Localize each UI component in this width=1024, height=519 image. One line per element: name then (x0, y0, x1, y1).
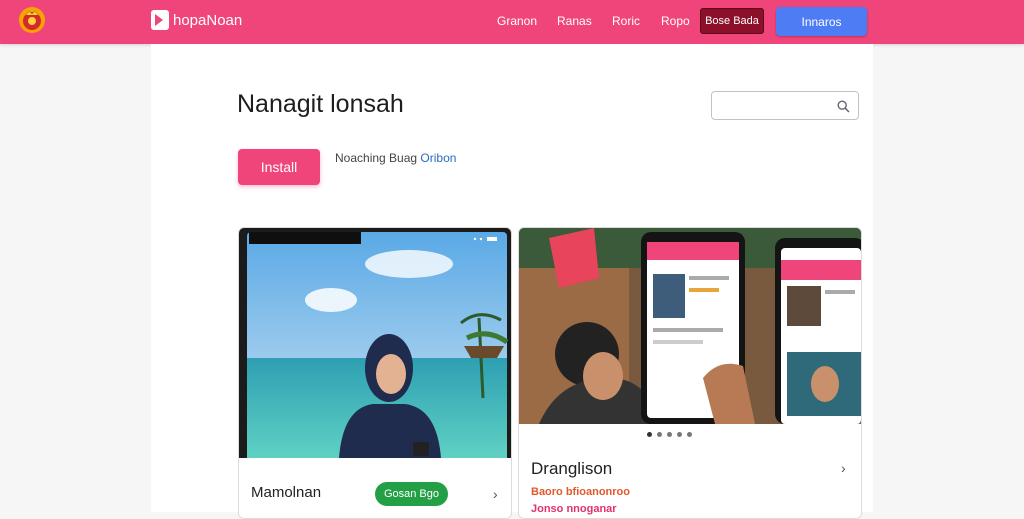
get-button[interactable]: Gosan Bgo (375, 482, 448, 506)
meta-text: Noaching Buag (335, 151, 418, 165)
promo-text: Baoro bfioanonroo (531, 486, 630, 498)
carousel-dot[interactable] (677, 432, 682, 437)
nav-item-ranas[interactable]: Ranas (557, 14, 592, 28)
search-input[interactable] (718, 96, 838, 117)
card-title: Mamolnan (251, 484, 322, 501)
carousel-dot[interactable] (647, 432, 652, 437)
chevron-right-icon[interactable]: › (493, 486, 498, 502)
app-card[interactable]: Dranglison › Baoro bfioanonroo Jonso nno… (518, 227, 862, 519)
promo-text: Jonso nnoganar (531, 503, 617, 515)
search-icon[interactable] (837, 100, 850, 113)
nav-item-roric[interactable]: Roric (612, 14, 640, 28)
brand-name: hopaNoan (173, 11, 243, 29)
crest-logo-icon[interactable] (18, 6, 46, 34)
card-title: Dranglison (531, 459, 613, 478)
carousel-dot[interactable] (687, 432, 692, 437)
search-box[interactable] (711, 91, 859, 120)
nav-item-ropo[interactable]: Ropo (661, 14, 690, 28)
chevron-right-icon[interactable]: › (841, 460, 846, 476)
primary-action-button[interactable]: Innaros (776, 7, 867, 36)
carousel-indicators (647, 432, 692, 437)
brand-logo[interactable]: hopaNoan (151, 10, 242, 30)
install-button[interactable]: Install (238, 149, 320, 185)
page-title: Nanagit lonsah (237, 90, 404, 118)
carousel-dot[interactable] (657, 432, 662, 437)
meta-link[interactable]: Oribon (420, 151, 456, 165)
brand-mark-icon (151, 10, 169, 30)
screenshot-image (239, 228, 511, 458)
nav-item-granon[interactable]: Granon (497, 14, 537, 28)
carousel-dot[interactable] (667, 432, 672, 437)
top-navigation-bar: hopaNoan Granon Ranas Roric Ropo Bose Ba… (0, 0, 1024, 44)
app-card[interactable]: Mamolnan Gosan Bgo › (238, 227, 512, 519)
app-meta: Noaching Buag Oribon (335, 151, 456, 165)
secondary-action-button[interactable]: Bose Bada (700, 8, 764, 34)
screenshot-image (519, 228, 861, 424)
